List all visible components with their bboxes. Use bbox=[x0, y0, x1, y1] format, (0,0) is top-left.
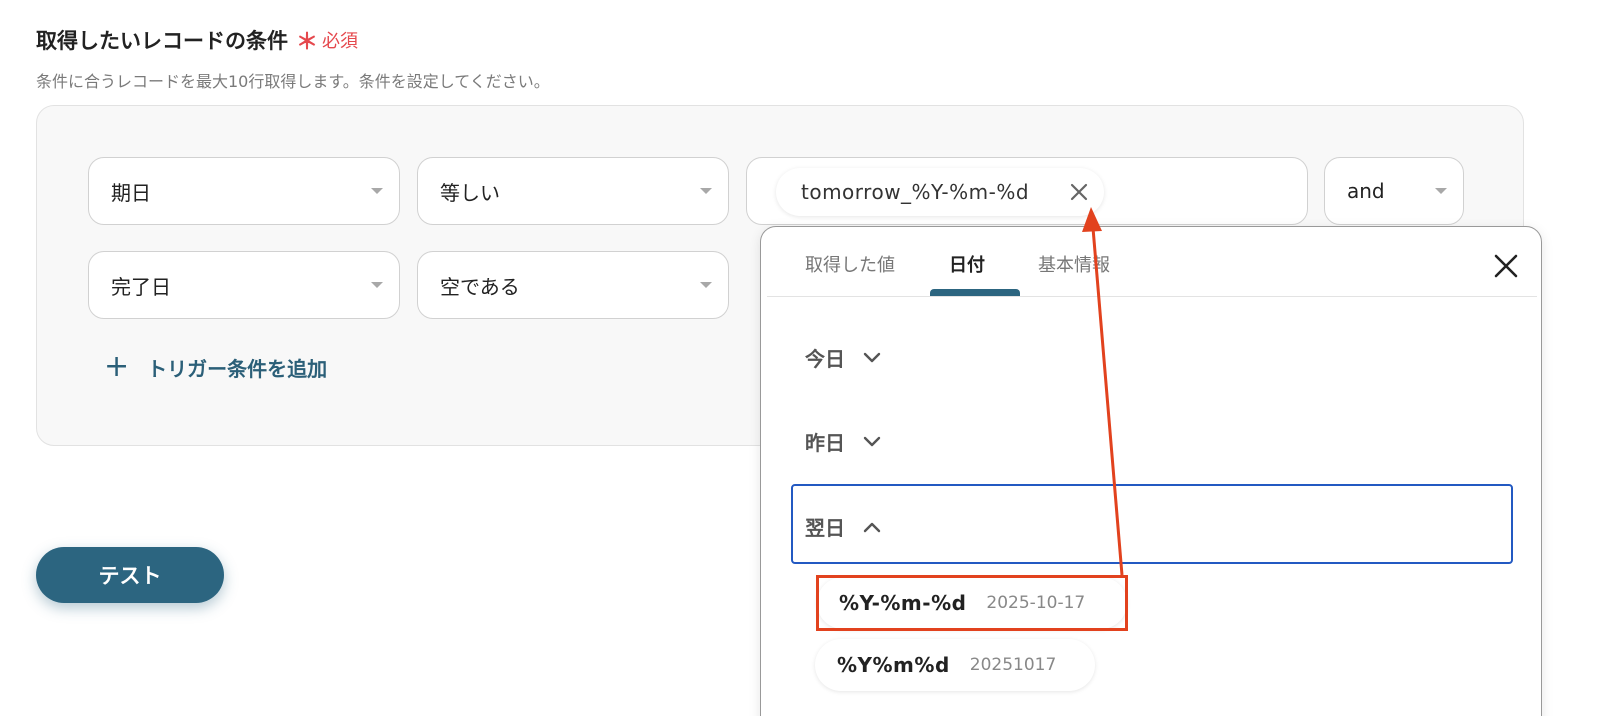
operator-select-row-1[interactable]: 等しい bbox=[417, 157, 729, 225]
accordion-tomorrow-focus bbox=[791, 484, 1513, 564]
operator-select-row-2[interactable]: 空である bbox=[417, 251, 729, 319]
accordion-today-label: 今日 bbox=[805, 347, 845, 371]
section-description: 条件に合うレコードを最大10行取得します。条件を設定してください。 bbox=[36, 72, 550, 91]
accordion-tomorrow[interactable]: 翌日 bbox=[805, 512, 881, 541]
caret-down-icon bbox=[1435, 188, 1447, 194]
section-title-text: 取得したいレコードの条件 bbox=[36, 29, 288, 53]
tab-basic-info[interactable]: 基本情報 bbox=[1038, 251, 1110, 277]
logic-select[interactable]: and bbox=[1324, 157, 1464, 225]
plus-icon: + bbox=[104, 349, 130, 384]
popup-tabs: 取得した値 日付 基本情報 bbox=[767, 227, 1537, 297]
format-code: %Y%m%d bbox=[837, 653, 950, 677]
logic-select-value: and bbox=[1347, 179, 1385, 203]
caret-down-icon bbox=[371, 188, 383, 194]
remove-chip-icon[interactable] bbox=[1068, 181, 1090, 203]
value-chip: tomorrow_%Y-%m-%d bbox=[776, 168, 1104, 216]
section-title: 取得したいレコードの条件 ＊ 必須 bbox=[36, 24, 358, 56]
value-picker-popup: 取得した値 日付 基本情報 今日 昨日 翌日 %Y-%m-%d 2025-10-… bbox=[760, 226, 1542, 716]
tab-fetched-values[interactable]: 取得した値 bbox=[805, 251, 895, 277]
chevron-down-icon bbox=[863, 436, 881, 446]
accordion-tomorrow-label: 翌日 bbox=[805, 516, 845, 540]
field-select-value: 期日 bbox=[111, 180, 151, 205]
accordion-yesterday[interactable]: 昨日 bbox=[805, 427, 881, 456]
field-select-row-1[interactable]: 期日 bbox=[88, 157, 400, 225]
accordion-yesterday-label: 昨日 bbox=[805, 431, 845, 455]
accordion-today[interactable]: 今日 bbox=[805, 343, 881, 372]
format-example: 20251017 bbox=[969, 655, 1057, 675]
close-icon[interactable] bbox=[1493, 253, 1519, 279]
format-option[interactable]: %Y%m%d 20251017 bbox=[815, 639, 1095, 691]
required-asterisk: ＊ bbox=[296, 30, 319, 55]
value-chip-text: tomorrow_%Y-%m-%d bbox=[801, 180, 1030, 204]
add-condition-label: トリガー条件を追加 bbox=[147, 356, 328, 381]
required-label: 必須 bbox=[322, 31, 359, 52]
annotation-highlight-box bbox=[816, 575, 1128, 631]
caret-down-icon bbox=[700, 188, 712, 194]
operator-select-value: 空である bbox=[440, 274, 520, 299]
chevron-down-icon bbox=[863, 352, 881, 362]
caret-down-icon bbox=[700, 282, 712, 288]
active-tab-indicator bbox=[930, 289, 1020, 296]
caret-down-icon bbox=[371, 282, 383, 288]
tab-date[interactable]: 日付 bbox=[949, 251, 985, 277]
operator-select-value: 等しい bbox=[440, 180, 500, 205]
page: 取得したいレコードの条件 ＊ 必須 条件に合うレコードを最大10行取得します。条… bbox=[0, 0, 1600, 716]
field-select-value: 完了日 bbox=[111, 274, 171, 299]
field-select-row-2[interactable]: 完了日 bbox=[88, 251, 400, 319]
add-condition-button[interactable]: + トリガー条件を追加 bbox=[104, 352, 327, 382]
test-button[interactable]: テスト bbox=[36, 547, 224, 603]
chevron-up-icon bbox=[863, 522, 881, 532]
